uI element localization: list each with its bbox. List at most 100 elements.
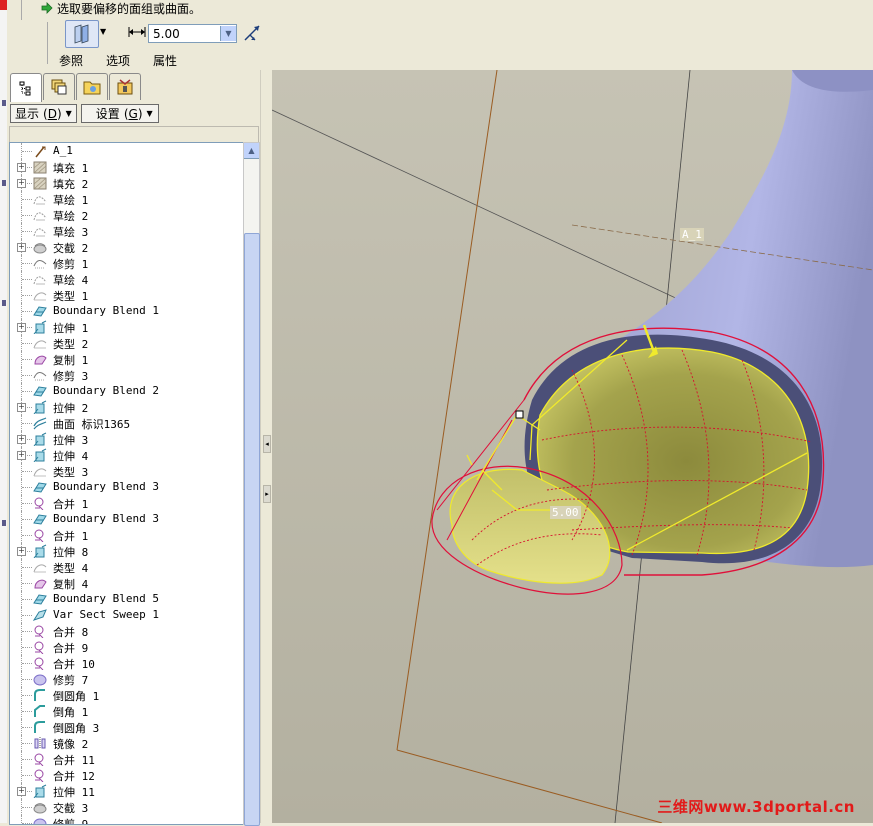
- chevron-down-icon[interactable]: ▼: [220, 26, 236, 41]
- show-menu-button[interactable]: 显示 (D) ▼: [10, 104, 77, 123]
- tree-item[interactable]: 修剪 3: [10, 367, 243, 383]
- tree-item[interactable]: + 拉伸 1: [10, 319, 243, 335]
- tree-item[interactable]: 修剪 1: [10, 255, 243, 271]
- app-icon: [0, 0, 7, 10]
- tree-item[interactable]: 类型 3: [10, 463, 243, 479]
- tree-item[interactable]: 修剪 9: [10, 815, 243, 824]
- tree-item[interactable]: 类型 4: [10, 559, 243, 575]
- tree-item[interactable]: + 拉伸 2: [10, 399, 243, 415]
- tree-item-label: 倒圆角 3: [53, 722, 100, 735]
- tree-item[interactable]: A_1: [10, 143, 243, 159]
- tree-item[interactable]: 草绘 4: [10, 271, 243, 287]
- tab-layers[interactable]: [43, 73, 75, 100]
- tree-connector: [22, 535, 32, 536]
- tree-item[interactable]: 倒圆角 3: [10, 719, 243, 735]
- expand-icon[interactable]: +: [17, 451, 26, 460]
- tree-item[interactable]: Var Sect Sweep 1: [10, 607, 243, 623]
- tree-item[interactable]: 倒角 1: [10, 703, 243, 719]
- tree-item[interactable]: Boundary Blend 3: [10, 511, 243, 527]
- flip-direction-icon[interactable]: [243, 24, 261, 42]
- tree-button-row: 显示 (D) ▼ 设置 (G) ▼: [10, 104, 159, 123]
- model-tree[interactable]: A_1 + 填充 1 + 填充 2 草绘 1 草绘 2 草绘 3 + 交截 2 修剪 1 草绘 4 类型…: [9, 142, 244, 825]
- tree-item[interactable]: 草绘 1: [10, 191, 243, 207]
- tab-properties[interactable]: 属性: [153, 52, 177, 69]
- tree-connector: [22, 503, 32, 504]
- expand-icon[interactable]: +: [17, 787, 26, 796]
- offset-type-button[interactable]: [65, 20, 99, 48]
- tree-item[interactable]: 交截 3: [10, 799, 243, 815]
- model-viewport[interactable]: [272, 70, 873, 823]
- tree-item-label: Boundary Blend 2: [53, 384, 159, 397]
- expand-icon[interactable]: +: [17, 179, 26, 188]
- tree-item-label: 合并 1: [53, 530, 89, 543]
- offset-dimension-label[interactable]: 5.00: [550, 506, 581, 519]
- tree-item[interactable]: 草绘 3: [10, 223, 243, 239]
- tree-item[interactable]: 镜像 2: [10, 735, 243, 751]
- tree-item[interactable]: 曲面 标识1365: [10, 415, 243, 431]
- trim-solid-icon: [33, 818, 47, 824]
- tree-item[interactable]: 倒圆角 1: [10, 687, 243, 703]
- scroll-thumb[interactable]: [244, 233, 260, 826]
- tree-item[interactable]: 合并 11: [10, 751, 243, 767]
- edge-mark: [2, 300, 6, 306]
- expand-right-icon[interactable]: ▸: [263, 485, 271, 503]
- axis-label[interactable]: A_1: [680, 228, 704, 241]
- dashboard-separator: [47, 22, 48, 64]
- tree-connector: [22, 215, 32, 216]
- drag-handle[interactable]: [515, 410, 524, 419]
- offset-distance-field[interactable]: 5.00 ▼: [148, 24, 237, 43]
- sketch-icon: [33, 276, 47, 285]
- tree-item[interactable]: 合并 12: [10, 767, 243, 783]
- tree-item[interactable]: Boundary Blend 2: [10, 383, 243, 399]
- offset-type-dropdown[interactable]: ▼: [100, 27, 106, 36]
- tree-item[interactable]: 复制 1: [10, 351, 243, 367]
- tree-item[interactable]: Boundary Blend 5: [10, 591, 243, 607]
- tree-item[interactable]: + 拉伸 8: [10, 543, 243, 559]
- tree-item[interactable]: 修剪 7: [10, 671, 243, 687]
- tree-item-label: 草绘 4: [53, 274, 89, 287]
- tree-item-label: 倒圆角 1: [53, 690, 100, 703]
- scroll-up-icon[interactable]: ▲: [244, 143, 259, 159]
- tree-item[interactable]: + 拉伸 11: [10, 783, 243, 799]
- expand-icon[interactable]: +: [17, 163, 26, 172]
- tree-scrollbar[interactable]: ▲: [243, 142, 260, 826]
- boundary-blend-icon: [33, 594, 47, 605]
- tree-item-label: 草绘 1: [53, 194, 89, 207]
- tree-item[interactable]: 合并 1: [10, 527, 243, 543]
- expand-icon[interactable]: +: [17, 403, 26, 412]
- watermark: 三维网www.3dportal.cn: [657, 798, 855, 816]
- tab-references[interactable]: 参照: [59, 52, 83, 69]
- tree-item[interactable]: + 填充 1: [10, 159, 243, 175]
- tree-connector: [22, 743, 32, 744]
- tree-item[interactable]: 类型 1: [10, 287, 243, 303]
- mirror-icon: [34, 737, 46, 749]
- settings-menu-button[interactable]: 设置 (G) ▼: [80, 104, 159, 123]
- tree-item[interactable]: Boundary Blend 3: [10, 479, 243, 495]
- tree-item[interactable]: 复制 4: [10, 575, 243, 591]
- tab-favorites[interactable]: [109, 73, 141, 100]
- tree-connector: [22, 263, 32, 264]
- tree-item[interactable]: 合并 10: [10, 655, 243, 671]
- tab-options[interactable]: 选项: [106, 52, 130, 69]
- tab-model-tree[interactable]: [10, 73, 42, 102]
- tree-item[interactable]: 合并 9: [10, 639, 243, 655]
- expand-icon[interactable]: +: [17, 435, 26, 444]
- tree-column-header[interactable]: [9, 126, 259, 143]
- tree-item-label: 填充 1: [53, 162, 89, 175]
- collapse-left-icon[interactable]: ◂: [263, 435, 271, 453]
- tree-item[interactable]: 类型 2: [10, 335, 243, 351]
- tree-item[interactable]: + 交截 2: [10, 239, 243, 255]
- tree-item[interactable]: 草绘 2: [10, 207, 243, 223]
- tree-item[interactable]: Boundary Blend 1: [10, 303, 243, 319]
- tree-item[interactable]: + 填充 2: [10, 175, 243, 191]
- expand-icon[interactable]: +: [17, 547, 26, 556]
- graphics-window[interactable]: A_1 5.00 三维网www.3dportal.cn: [272, 70, 873, 823]
- tab-folder-browser[interactable]: [76, 73, 108, 100]
- expand-icon[interactable]: +: [17, 243, 26, 252]
- expand-icon[interactable]: +: [17, 323, 26, 332]
- tree-item[interactable]: + 拉伸 4: [10, 447, 243, 463]
- tree-item[interactable]: 合并 8: [10, 623, 243, 639]
- tree-item[interactable]: + 拉伸 3: [10, 431, 243, 447]
- offset-distance-value[interactable]: 5.00: [149, 27, 220, 41]
- tree-item[interactable]: 合并 1: [10, 495, 243, 511]
